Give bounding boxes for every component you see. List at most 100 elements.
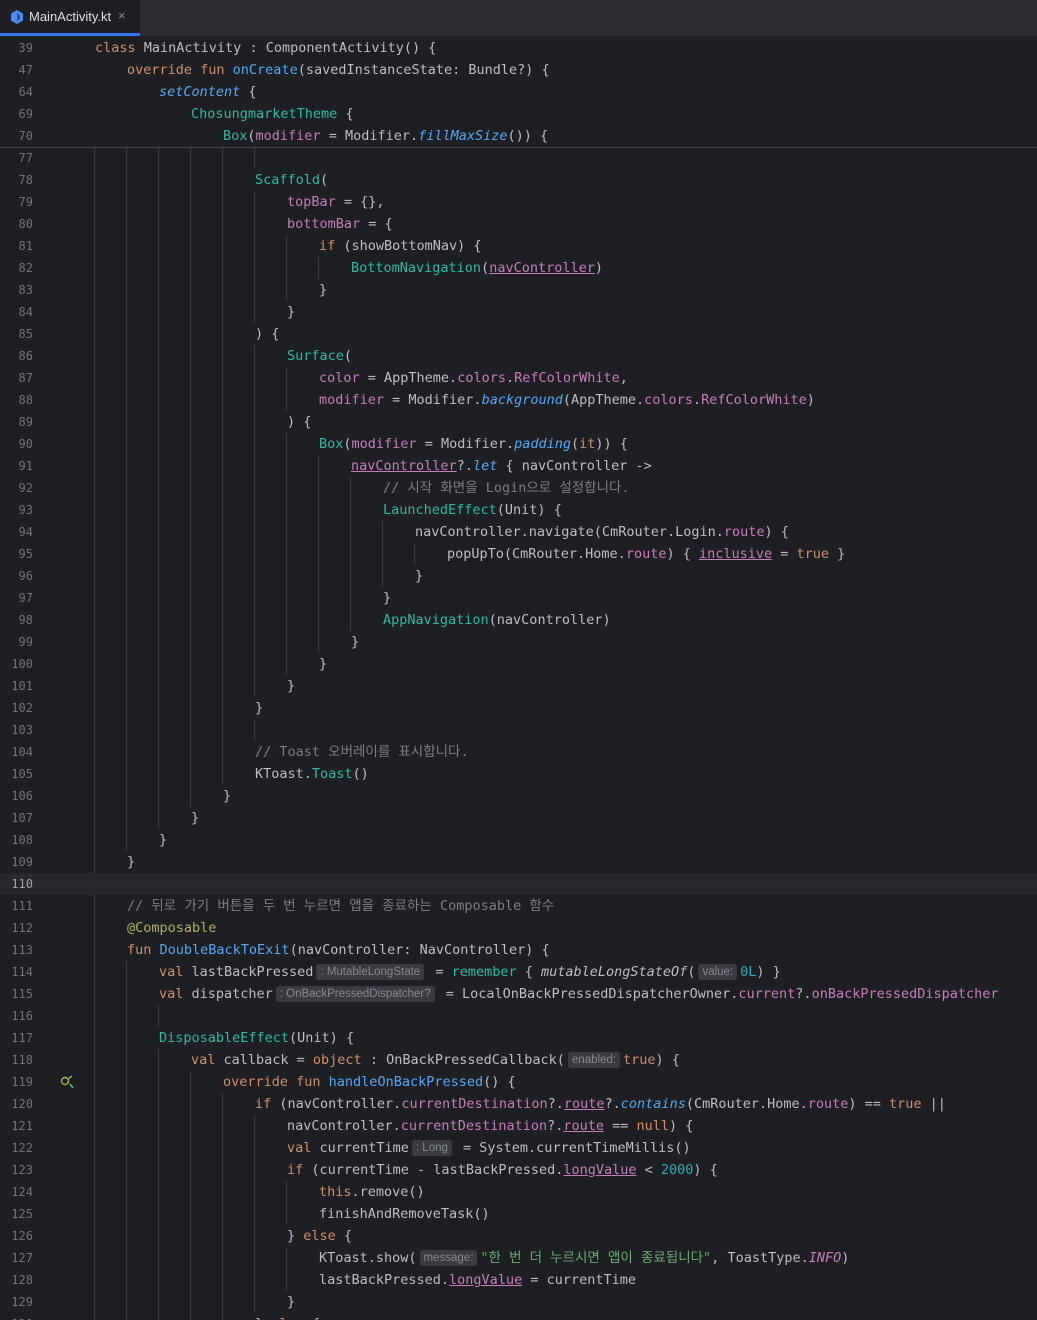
code-line[interactable]: 114 val lastBackPressed: MutableLongState… [0, 961, 1037, 983]
close-icon[interactable]: × [118, 8, 126, 23]
code-line[interactable]: 119 override fun handleOnBackPressed() { [0, 1071, 1037, 1093]
code-line[interactable]: 108} [0, 829, 1037, 851]
code-line[interactable]: 112 @Composable [0, 917, 1037, 939]
code-line[interactable]: 90 Box(modifier = Modifier.padding(it)) { [0, 433, 1037, 455]
line-number: 116 [11, 1009, 33, 1023]
code-line[interactable]: 125 finishAndRemoveTask() [0, 1203, 1037, 1225]
code-line[interactable]: 121 navController.currentDestination?.rou… [0, 1115, 1037, 1137]
code-line[interactable]: 117 DisposableEffect(Unit) { [0, 1027, 1037, 1049]
code-line[interactable]: 95 popUpTo(CmRouter.Home.route) { inclusi… [0, 543, 1037, 565]
code-line[interactable]: 84} [0, 301, 1037, 323]
code-line[interactable]: 122 val currentTime: Long = System.curren… [0, 1137, 1037, 1159]
code-text: } [159, 829, 167, 851]
kotlin-file-icon [11, 10, 23, 24]
code-line[interactable]: 94 navController.navigate(CmRouter.Login.… [0, 521, 1037, 543]
code-token: (currentTime - lastBackPressed. [311, 1162, 564, 1178]
code-line[interactable]: 111 // 뒤로 가기 버튼을 두 번 누르면 앱을 종료하는 Composab… [0, 895, 1037, 917]
code-token: ) [806, 392, 815, 408]
code-line[interactable]: 101} [0, 675, 1037, 697]
code-token: navController. [287, 1118, 401, 1134]
code-line[interactable]: 39 class MainActivity : ComponentActivity… [0, 37, 1037, 59]
code-line[interactable]: 118 val callback = object : OnBackPressed… [0, 1049, 1037, 1071]
code-line[interactable]: 78 Scaffold( [0, 169, 1037, 191]
code-line[interactable]: 100} [0, 653, 1037, 675]
code-line[interactable]: 96} [0, 565, 1037, 587]
code-line[interactable]: 64 setContent { [0, 81, 1037, 103]
code-token: route [807, 1096, 849, 1112]
code-token: setContent [159, 84, 241, 100]
code-line[interactable]: 126} else { [0, 1225, 1037, 1247]
code-line[interactable]: 87 color = AppTheme.colors.RefColorWhite, [0, 367, 1037, 389]
code-line[interactable]: 106} [0, 785, 1037, 807]
code-token: current [738, 986, 796, 1002]
code-token: )) { [595, 436, 628, 452]
code-token: currentDestination [401, 1096, 548, 1112]
code-line[interactable]: 109} [0, 851, 1037, 873]
code-line[interactable]: 47 override fun onCreate(savedInstanceSta… [0, 59, 1037, 81]
line-number: 112 [11, 921, 33, 935]
code-token: else [303, 1228, 336, 1244]
code-line[interactable]: 104 // Toast 오버레이를 표시합니다. [0, 741, 1037, 763]
line-number: 88 [18, 393, 33, 407]
line-number: 109 [11, 855, 33, 869]
line-number: 92 [18, 481, 33, 495]
code-line[interactable]: 113 fun DoubleBackToExit(navController: N… [0, 939, 1037, 961]
line-number: 82 [18, 261, 33, 275]
tab-main-activity[interactable]: MainActivity.kt × [0, 0, 140, 36]
code-line[interactable]: 86 Surface( [0, 345, 1037, 367]
code-line[interactable]: 123 if (currentTime - lastBackPressed.lon… [0, 1159, 1037, 1181]
code-line[interactable]: 130} else { [0, 1313, 1037, 1320]
code-token: ( [343, 348, 353, 364]
code-line[interactable]: 105 KToast.Toast() [0, 763, 1037, 785]
code-token: popUpTo(CmRouter.Home. [447, 546, 626, 562]
code-line[interactable]: 91 navController?.let { navController -> [0, 455, 1037, 477]
code-line[interactable]: 103 [0, 719, 1037, 741]
code-token: } [255, 700, 264, 716]
code-line[interactable]: 116 [0, 1005, 1037, 1027]
code-line[interactable]: 69 ChosungmarketTheme { [0, 103, 1037, 125]
code-line[interactable]: 92 // 시작 화면을 Login으로 설정합니다. [0, 477, 1037, 499]
code-line[interactable]: 102} [0, 697, 1037, 719]
code-line[interactable]: 77 [0, 147, 1037, 169]
line-number: 130 [0, 1313, 33, 1320]
code-token: BottomNavigation [351, 260, 482, 276]
code-line[interactable]: 70 Box(modifier = Modifier.fillMaxSize())… [0, 125, 1037, 147]
code-editor[interactable]: 77 78 Scaffold(79 topBar = {}, 80 bottomBar =… [0, 147, 1037, 1320]
code-line[interactable]: 120 if (navController.currentDestination?… [0, 1093, 1037, 1115]
line-number: 115 [11, 987, 33, 1001]
code-token: route [563, 1118, 605, 1134]
override-gutter-icon[interactable] [60, 1075, 74, 1089]
code-text: KToast.show(message: "한 번 더 누르시면 앱이 종료됩니다… [319, 1247, 849, 1269]
code-line[interactable]: 124 this.remove() [0, 1181, 1037, 1203]
code-line[interactable]: 129} [0, 1291, 1037, 1313]
code-line[interactable]: 107} [0, 807, 1037, 829]
code-line[interactable]: 81 if (showBottomNav) { [0, 235, 1037, 257]
code-line[interactable]: 93 LaunchedEffect(Unit) { [0, 499, 1037, 521]
code-line[interactable]: 88 modifier = Modifier.background(AppThem… [0, 389, 1037, 411]
code-token: = System.currentTimeMillis() [454, 1140, 691, 1156]
code-token: finishAndRemoveTask() [319, 1206, 490, 1222]
code-token: "한 번 더 누르시면 앱이 종료됩니다" [480, 1250, 712, 1266]
code-token: padding [514, 436, 572, 452]
code-line[interactable]: 98 AppNavigation(navController) [0, 609, 1037, 631]
line-number: 85 [18, 327, 33, 341]
code-line[interactable]: 115 val dispatcher: OnBackPressedDispatch… [0, 983, 1037, 1005]
code-line[interactable]: 99} [0, 631, 1037, 653]
code-line[interactable]: 80 bottomBar = { [0, 213, 1037, 235]
code-token: contains [620, 1096, 686, 1112]
code-token: longValue [563, 1162, 637, 1178]
code-line[interactable]: 83} [0, 279, 1037, 301]
code-line[interactable]: 128 lastBackPressed.longValue = currentTi… [0, 1269, 1037, 1291]
code-line[interactable]: 97} [0, 587, 1037, 609]
code-token: class [95, 40, 144, 56]
code-line[interactable]: 79 topBar = {}, [0, 191, 1037, 213]
code-line[interactable]: 82 BottomNavigation(navController) [0, 257, 1037, 279]
code-line[interactable]: 89) { [0, 411, 1037, 433]
code-text: } [319, 653, 327, 675]
line-number: 129 [11, 1295, 33, 1309]
code-line[interactable]: 110 [0, 873, 1037, 895]
code-line[interactable]: 85) { [0, 323, 1037, 345]
code-line[interactable]: 127 KToast.show(message: "한 번 더 누르시면 앱이 종료… [0, 1247, 1037, 1269]
line-number: 97 [18, 591, 33, 605]
code-token: KToast. [255, 766, 312, 782]
